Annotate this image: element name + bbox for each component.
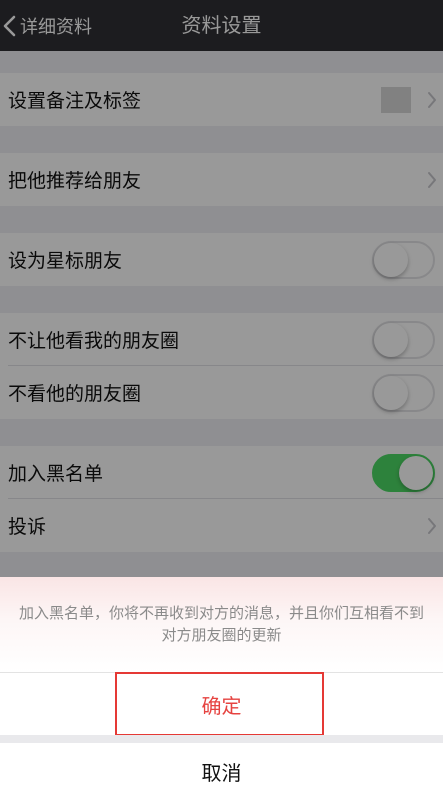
confirm-button-label: 确定 [201, 693, 242, 718]
cancel-button-label: 取消 [201, 761, 242, 785]
confirm-button[interactable]: 确定 [0, 672, 443, 735]
cancel-button[interactable]: 取消 [0, 743, 443, 800]
action-sheet-message: 加入黑名单，你将不再收到对方的消息，并且你们互相看不到对方朋友圈的更新 [0, 577, 443, 672]
action-sheet-separator [0, 735, 443, 743]
action-sheet: 加入黑名单，你将不再收到对方的消息，并且你们互相看不到对方朋友圈的更新 确定 取… [0, 577, 443, 800]
